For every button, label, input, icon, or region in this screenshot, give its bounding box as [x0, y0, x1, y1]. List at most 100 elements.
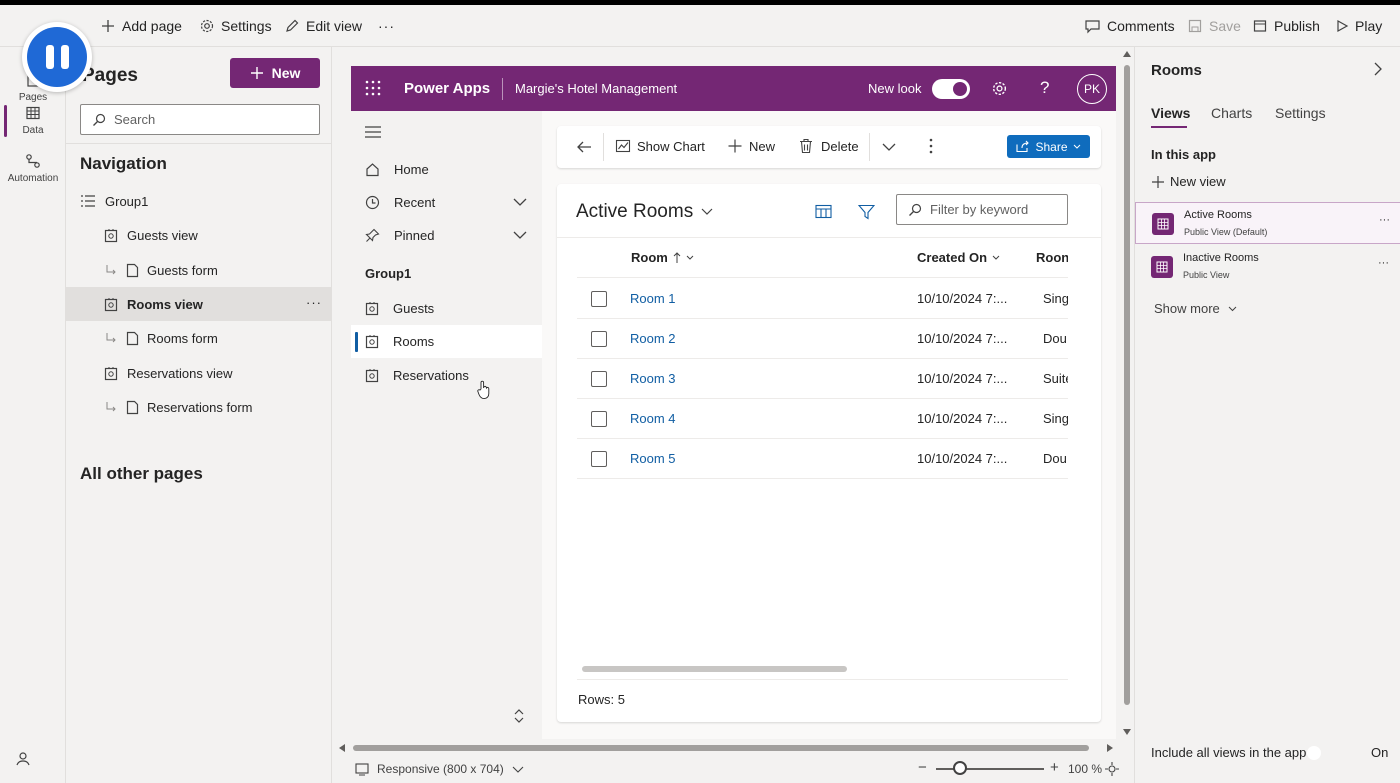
new-record-button[interactable]: New	[727, 138, 775, 154]
fit-to-screen-icon[interactable]	[1105, 762, 1119, 776]
new-page-label: New	[271, 65, 301, 81]
nav-item-guests-view[interactable]: Guests view	[66, 218, 332, 252]
room-type-cell: Sing	[1043, 291, 1068, 306]
comments-button[interactable]: Comments	[1084, 5, 1175, 47]
horizontal-scrollbar[interactable]	[582, 666, 847, 672]
view-selector[interactable]: Active Rooms	[576, 201, 713, 223]
sitemap-rooms[interactable]: Rooms	[351, 325, 542, 358]
room-type-cell: Dou	[1043, 331, 1067, 346]
add-page-button[interactable]: Add page	[100, 5, 182, 47]
chevron-right-icon[interactable]	[1374, 62, 1383, 76]
hamburger-icon[interactable]	[365, 126, 381, 138]
sitemap-recent[interactable]: Recent	[351, 186, 542, 219]
filter-icon[interactable]	[858, 204, 875, 220]
save-button[interactable]: Save	[1187, 5, 1241, 47]
sitemap-guests[interactable]: Guests	[351, 292, 542, 325]
zoom-in-button[interactable]: +	[1050, 759, 1059, 776]
table-row[interactable]: Room 4 10/10/2024 7:... Sing	[577, 399, 1068, 439]
delete-button[interactable]: Delete	[799, 138, 859, 154]
tab-views[interactable]: Views	[1151, 105, 1190, 121]
more-options-button[interactable]: ···	[1378, 257, 1389, 269]
row-checkbox[interactable]	[591, 291, 607, 307]
rows-count: Rows: 5	[578, 692, 625, 707]
new-view-label: New view	[1170, 174, 1226, 189]
grid-command-bar: Show Chart New Delete Share	[557, 126, 1101, 168]
chevron-down-icon[interactable]	[513, 231, 527, 240]
include-all-views-label: Include all views in the app	[1151, 745, 1307, 760]
row-checkbox[interactable]	[591, 331, 607, 347]
nav-item-guests-form[interactable]: Guests form	[66, 253, 332, 287]
nav-item-reservations-view[interactable]: Reservations view	[66, 356, 332, 390]
table-row[interactable]: Room 2 10/10/2024 7:... Dou	[577, 319, 1068, 359]
nav-group-group1[interactable]: Group1	[66, 184, 332, 218]
avatar[interactable]: PK	[1077, 74, 1107, 104]
row-checkbox[interactable]	[591, 411, 607, 427]
view-item-active-rooms[interactable]: Active Rooms Public View (Default) ···	[1135, 202, 1400, 244]
new-look-toggle[interactable]	[932, 79, 970, 99]
nav-item-reservations-form[interactable]: Reservations form	[66, 390, 332, 424]
room-link[interactable]: Room 4	[630, 411, 676, 426]
room-link[interactable]: Room 3	[630, 371, 676, 386]
nav-item-rooms-form[interactable]: Rooms form	[66, 321, 332, 355]
rail-item-automation[interactable]: Automation	[0, 153, 66, 184]
pause-recording-button[interactable]	[22, 22, 92, 92]
tab-charts[interactable]: Charts	[1211, 105, 1252, 121]
settings-button[interactable]: Settings	[199, 5, 272, 47]
play-button[interactable]: Play	[1335, 5, 1382, 47]
copilot-icon[interactable]	[14, 750, 32, 768]
share-button[interactable]: Share	[1007, 135, 1090, 158]
app-preview: Power Apps Margie's Hotel Management New…	[351, 66, 1116, 739]
table-row[interactable]: Room 5 10/10/2024 7:... Dou	[577, 439, 1068, 479]
more-options-button[interactable]: ···	[1379, 214, 1390, 226]
view-name: Active Rooms	[1184, 209, 1252, 221]
chevron-down-icon[interactable]	[513, 198, 527, 207]
nav-item-rooms-view[interactable]: Rooms view ···	[66, 287, 332, 321]
column-header-created-on[interactable]: Created On	[917, 250, 1000, 265]
show-more-button[interactable]: Show more	[1154, 301, 1237, 316]
room-link[interactable]: Room 5	[630, 451, 676, 466]
gear-icon[interactable]	[991, 80, 1008, 97]
rail-item-data[interactable]: Data	[0, 105, 66, 136]
responsive-size-selector[interactable]: Responsive (800 x 704)	[355, 762, 524, 776]
more-commands-button[interactable]: ···	[378, 5, 395, 47]
zoom-out-button[interactable]: −	[918, 759, 927, 776]
canvas-vertical-scrollbar[interactable]	[1121, 47, 1133, 739]
tab-settings[interactable]: Settings	[1275, 105, 1326, 121]
column-header-room-type[interactable]: Roon	[1036, 250, 1068, 265]
edit-view-button[interactable]: Edit view	[284, 5, 362, 47]
back-arrow-icon[interactable]	[576, 140, 592, 154]
sitemap-pinned[interactable]: Pinned	[351, 219, 542, 252]
show-chart-button[interactable]: Show Chart	[615, 138, 705, 154]
sitemap-reservations[interactable]: Reservations	[351, 359, 542, 392]
table-row[interactable]: Room 1 10/10/2024 7:... Sing	[577, 279, 1068, 319]
edit-columns-icon[interactable]	[815, 204, 832, 219]
tab-underline	[1151, 126, 1187, 128]
expand-collapse-icon[interactable]	[513, 708, 525, 724]
column-header-room[interactable]: Room	[631, 250, 694, 265]
new-page-button[interactable]: New	[230, 58, 320, 88]
canvas-horizontal-scrollbar[interactable]	[337, 743, 1115, 753]
sub-arrow-icon	[104, 400, 118, 414]
more-options-button[interactable]: ···	[306, 295, 322, 310]
filter-keyword-input[interactable]: Filter by keyword	[896, 194, 1068, 225]
waffle-icon[interactable]	[365, 80, 381, 96]
zoom-slider-thumb[interactable]	[953, 761, 967, 775]
chevron-down-icon[interactable]	[882, 143, 896, 152]
publish-button[interactable]: Publish	[1252, 5, 1320, 47]
more-vertical-icon[interactable]	[929, 138, 933, 154]
view-item-inactive-rooms[interactable]: Inactive Rooms Public View ···	[1135, 246, 1400, 288]
nav-item-label: Rooms view	[127, 296, 203, 312]
table-row[interactable]: Room 3 10/10/2024 7:... Suite	[577, 359, 1068, 399]
entity-icon	[365, 334, 379, 349]
plus-icon	[100, 18, 116, 34]
room-link[interactable]: Room 2	[630, 331, 676, 346]
pages-search-input[interactable]: Search	[80, 104, 320, 135]
help-icon[interactable]: ?	[1040, 78, 1049, 98]
row-checkbox[interactable]	[591, 451, 607, 467]
row-checkbox[interactable]	[591, 371, 607, 387]
new-view-button[interactable]: New view	[1151, 174, 1226, 189]
app-name: Margie's Hotel Management	[515, 81, 678, 96]
sitemap-home[interactable]: Home	[351, 153, 542, 186]
room-link[interactable]: Room 1	[630, 291, 676, 306]
rail-label-pages: Pages	[18, 92, 48, 103]
